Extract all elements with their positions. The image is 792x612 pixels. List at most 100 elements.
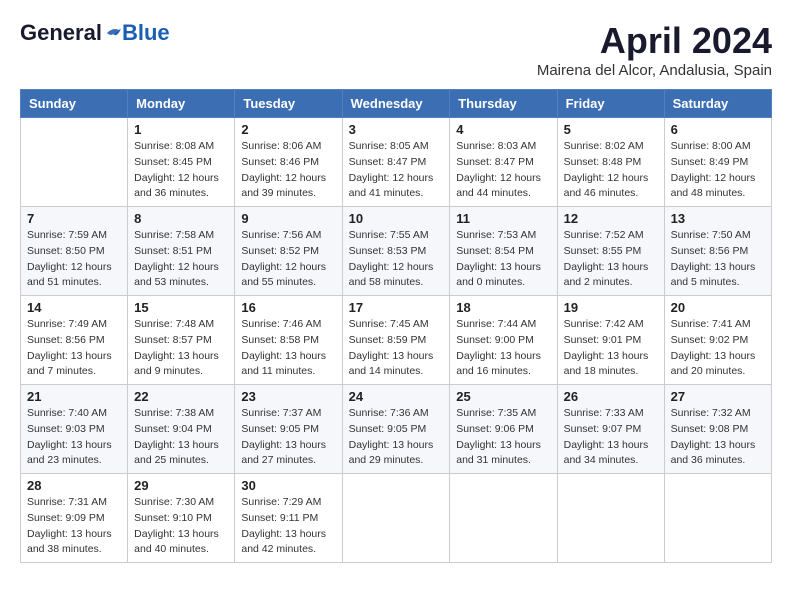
calendar-cell: 20 Sunrise: 7:41 AMSunset: 9:02 PMDayligh… [664, 296, 771, 385]
day-info: Sunrise: 8:02 AMSunset: 8:48 PMDaylight:… [564, 139, 658, 202]
day-number: 21 [27, 389, 121, 404]
day-number: 29 [134, 478, 228, 493]
day-number: 1 [134, 122, 228, 137]
calendar-cell: 8 Sunrise: 7:58 AMSunset: 8:51 PMDaylight… [128, 207, 235, 296]
calendar-cell: 3 Sunrise: 8:05 AMSunset: 8:47 PMDaylight… [342, 118, 450, 207]
calendar-cell: 7Sunrise: 7:59 AMSunset: 8:50 PMDaylight… [21, 207, 128, 296]
day-number: 26 [564, 389, 658, 404]
day-info: Sunrise: 8:08 AMSunset: 8:45 PMDaylight:… [134, 139, 228, 202]
calendar-cell: 1 Sunrise: 8:08 AMSunset: 8:45 PMDaylight… [128, 118, 235, 207]
calendar-table: Sunday Monday Tuesday Wednesday Thursday… [20, 89, 772, 563]
header-tuesday: Tuesday [235, 90, 342, 118]
week-row-5: 28 Sunrise: 7:31 AMSunset: 9:09 PMDayligh… [21, 474, 772, 563]
day-info: Sunrise: 7:46 AMSunset: 8:58 PMDaylight:… [241, 317, 335, 380]
calendar-cell: 11 Sunrise: 7:53 AMSunset: 8:54 PMDayligh… [450, 207, 557, 296]
calendar-cell: 18Sunrise: 7:44 AMSunset: 9:00 PMDayligh… [450, 296, 557, 385]
calendar-cell: 14 Sunrise: 7:49 AMSunset: 8:56 PMDayligh… [21, 296, 128, 385]
header-thursday: Thursday [450, 90, 557, 118]
calendar-cell: 24 Sunrise: 7:36 AMSunset: 9:05 PMDayligh… [342, 385, 450, 474]
calendar-cell: 19 Sunrise: 7:42 AMSunset: 9:01 PMDayligh… [557, 296, 664, 385]
day-number: 20 [671, 300, 765, 315]
day-number: 24 [349, 389, 444, 404]
day-number: 18 [456, 300, 550, 315]
day-info: Sunrise: 7:40 AMSunset: 9:03 PMDaylight:… [27, 406, 121, 469]
logo: General Blue [20, 20, 170, 46]
week-row-3: 14 Sunrise: 7:49 AMSunset: 8:56 PMDayligh… [21, 296, 772, 385]
day-number: 11 [456, 211, 550, 226]
calendar-cell: 4 Sunrise: 8:03 AMSunset: 8:47 PMDaylight… [450, 118, 557, 207]
day-number: 15 [134, 300, 228, 315]
calendar-cell: 17 Sunrise: 7:45 AMSunset: 8:59 PMDayligh… [342, 296, 450, 385]
day-number: 28 [27, 478, 121, 493]
calendar-cell: 29 Sunrise: 7:30 AMSunset: 9:10 PMDayligh… [128, 474, 235, 563]
day-number: 17 [349, 300, 444, 315]
calendar-cell: 5 Sunrise: 8:02 AMSunset: 8:48 PMDaylight… [557, 118, 664, 207]
day-info: Sunrise: 7:49 AMSunset: 8:56 PMDaylight:… [27, 317, 121, 380]
day-number: 6 [671, 122, 765, 137]
day-info: Sunrise: 8:05 AMSunset: 8:47 PMDaylight:… [349, 139, 444, 202]
day-info: Sunrise: 7:30 AMSunset: 9:10 PMDaylight:… [134, 495, 228, 558]
calendar-cell: 13Sunrise: 7:50 AMSunset: 8:56 PMDayligh… [664, 207, 771, 296]
day-info: Sunrise: 8:00 AMSunset: 8:49 PMDaylight:… [671, 139, 765, 202]
week-row-1: 1 Sunrise: 8:08 AMSunset: 8:45 PMDaylight… [21, 118, 772, 207]
header-saturday: Saturday [664, 90, 771, 118]
day-info: Sunrise: 7:59 AMSunset: 8:50 PMDaylight:… [27, 228, 121, 291]
day-info: Sunrise: 7:58 AMSunset: 8:51 PMDaylight:… [134, 228, 228, 291]
day-number: 9 [241, 211, 335, 226]
calendar-cell [342, 474, 450, 563]
day-number: 4 [456, 122, 550, 137]
day-info: Sunrise: 7:52 AMSunset: 8:55 PMDaylight:… [564, 228, 658, 291]
day-info: Sunrise: 8:03 AMSunset: 8:47 PMDaylight:… [456, 139, 550, 202]
calendar-cell [664, 474, 771, 563]
day-number: 2 [241, 122, 335, 137]
day-info: Sunrise: 7:32 AMSunset: 9:08 PMDaylight:… [671, 406, 765, 469]
day-info: Sunrise: 7:53 AMSunset: 8:54 PMDaylight:… [456, 228, 550, 291]
week-row-2: 7Sunrise: 7:59 AMSunset: 8:50 PMDaylight… [21, 207, 772, 296]
day-info: Sunrise: 7:29 AMSunset: 9:11 PMDaylight:… [241, 495, 335, 558]
day-number: 8 [134, 211, 228, 226]
day-info: Sunrise: 7:33 AMSunset: 9:07 PMDaylight:… [564, 406, 658, 469]
calendar-cell [21, 118, 128, 207]
day-number: 14 [27, 300, 121, 315]
day-number: 10 [349, 211, 444, 226]
day-number: 5 [564, 122, 658, 137]
day-number: 19 [564, 300, 658, 315]
calendar-cell: 25Sunrise: 7:35 AMSunset: 9:06 PMDayligh… [450, 385, 557, 474]
logo-general-text: General [20, 20, 102, 46]
location-text: Mairena del Alcor, Andalusia, Spain [537, 62, 772, 79]
day-number: 3 [349, 122, 444, 137]
header-sunday: Sunday [21, 90, 128, 118]
day-info: Sunrise: 7:41 AMSunset: 9:02 PMDaylight:… [671, 317, 765, 380]
calendar-cell: 21 Sunrise: 7:40 AMSunset: 9:03 PMDayligh… [21, 385, 128, 474]
day-number: 16 [241, 300, 335, 315]
day-info: Sunrise: 7:35 AMSunset: 9:06 PMDaylight:… [456, 406, 550, 469]
calendar-header-row: Sunday Monday Tuesday Wednesday Thursday… [21, 90, 772, 118]
day-number: 12 [564, 211, 658, 226]
month-title: April 2024 [537, 20, 772, 62]
day-info: Sunrise: 7:45 AMSunset: 8:59 PMDaylight:… [349, 317, 444, 380]
day-info: Sunrise: 7:36 AMSunset: 9:05 PMDaylight:… [349, 406, 444, 469]
calendar-cell: 15 Sunrise: 7:48 AMSunset: 8:57 PMDayligh… [128, 296, 235, 385]
calendar-cell: 16 Sunrise: 7:46 AMSunset: 8:58 PMDayligh… [235, 296, 342, 385]
day-info: Sunrise: 7:56 AMSunset: 8:52 PMDaylight:… [241, 228, 335, 291]
calendar-cell [450, 474, 557, 563]
page-header: General Blue April 2024 Mairena del Alco… [20, 20, 772, 79]
day-number: 23 [241, 389, 335, 404]
day-info: Sunrise: 7:38 AMSunset: 9:04 PMDaylight:… [134, 406, 228, 469]
day-info: Sunrise: 7:42 AMSunset: 9:01 PMDaylight:… [564, 317, 658, 380]
day-info: Sunrise: 8:06 AMSunset: 8:46 PMDaylight:… [241, 139, 335, 202]
calendar-cell: 30Sunrise: 7:29 AMSunset: 9:11 PMDayligh… [235, 474, 342, 563]
day-info: Sunrise: 7:48 AMSunset: 8:57 PMDaylight:… [134, 317, 228, 380]
day-info: Sunrise: 7:50 AMSunset: 8:56 PMDaylight:… [671, 228, 765, 291]
calendar-cell: 12 Sunrise: 7:52 AMSunset: 8:55 PMDayligh… [557, 207, 664, 296]
logo-blue-text: Blue [122, 20, 170, 46]
calendar-cell: 28 Sunrise: 7:31 AMSunset: 9:09 PMDayligh… [21, 474, 128, 563]
calendar-cell: 6 Sunrise: 8:00 AMSunset: 8:49 PMDaylight… [664, 118, 771, 207]
header-monday: Monday [128, 90, 235, 118]
title-section: April 2024 Mairena del Alcor, Andalusia,… [537, 20, 772, 79]
calendar-cell: 10 Sunrise: 7:55 AMSunset: 8:53 PMDayligh… [342, 207, 450, 296]
day-info: Sunrise: 7:55 AMSunset: 8:53 PMDaylight:… [349, 228, 444, 291]
calendar-cell: 23Sunrise: 7:37 AMSunset: 9:05 PMDayligh… [235, 385, 342, 474]
day-info: Sunrise: 7:31 AMSunset: 9:09 PMDaylight:… [27, 495, 121, 558]
day-number: 22 [134, 389, 228, 404]
